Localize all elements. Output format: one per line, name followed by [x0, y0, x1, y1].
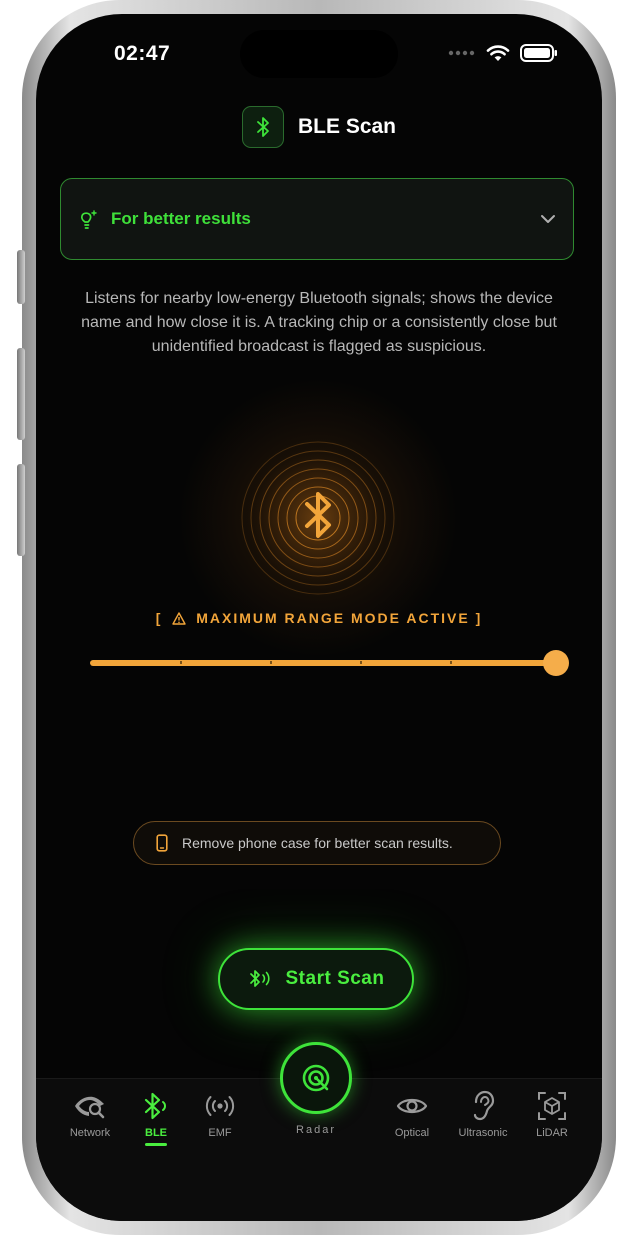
tips-accordion[interactable]: For better results: [60, 178, 574, 260]
eye-search-icon: [75, 1096, 105, 1119]
range-slider[interactable]: [90, 648, 569, 678]
start-scan-button[interactable]: Start Scan: [218, 948, 414, 1010]
warning-icon: [172, 612, 187, 625]
range-mode-text: MAXIMUM RANGE MODE ACTIVE: [196, 610, 470, 626]
action-button: [17, 250, 25, 304]
volume-down-button: [17, 464, 25, 556]
status-time: 02:47: [114, 42, 171, 65]
range-slider-tick: [180, 661, 182, 664]
tab-label: Ultrasonic: [458, 1127, 508, 1139]
tips-label: For better results: [111, 209, 251, 228]
broadcast-icon: [205, 1096, 235, 1116]
lightbulb-icon: [80, 210, 97, 229]
phone-icon: [156, 834, 168, 852]
bluetooth-radar: [240, 440, 396, 596]
range-slider-track[interactable]: [90, 660, 556, 666]
tab-ble[interactable]: BLE: [120, 1089, 192, 1146]
tab-label: BLE: [145, 1127, 167, 1139]
bluetooth-icon: [144, 1092, 166, 1120]
tab-network[interactable]: Network: [54, 1089, 126, 1139]
tab-label: Network: [69, 1127, 111, 1139]
bluetooth-scan-icon: [249, 970, 270, 987]
tab-lidar[interactable]: LiDAR: [516, 1089, 588, 1139]
volume-up-button: [17, 348, 25, 440]
scan-description: Listens for nearby low-energy Bluetooth …: [81, 290, 557, 355]
wifi-icon: [486, 45, 510, 61]
dynamic-island: [240, 30, 398, 78]
tab-emf[interactable]: EMF: [184, 1089, 256, 1139]
range-slider-thumb[interactable]: [543, 650, 569, 676]
range-slider-tick: [360, 661, 362, 664]
tab-label: EMF: [208, 1127, 232, 1139]
tab-radar[interactable]: [280, 1042, 352, 1114]
bluetooth-icon: [241, 106, 284, 148]
range-slider-tick: [450, 661, 452, 664]
signal-icon: [448, 50, 475, 56]
tab-label: Optical: [394, 1127, 430, 1139]
case-hint: Remove phone case for better scan result…: [133, 821, 501, 865]
range-bracket-close: ]: [475, 610, 483, 626]
range-mode-label: [ MAXIMUM RANGE MODE ACTIVE ]: [36, 610, 602, 626]
start-scan-label: Start Scan: [285, 968, 385, 989]
eye-icon: [396, 1098, 428, 1114]
screen-header: BLE Scan: [36, 106, 602, 148]
radar-icon: [302, 1064, 330, 1092]
chevron-down-icon: [541, 215, 555, 223]
active-tab-indicator: [145, 1143, 167, 1146]
range-slider-tick: [270, 661, 272, 664]
tab-ultrasonic[interactable]: Ultrasonic: [447, 1089, 519, 1139]
tab-label: LiDAR: [536, 1127, 568, 1139]
battery-icon: [520, 44, 557, 62]
range-bracket-open: [: [155, 610, 163, 626]
case-hint-text: Remove phone case for better scan result…: [182, 835, 453, 851]
tab-optical[interactable]: Optical: [376, 1089, 448, 1139]
page-title: BLE Scan: [297, 115, 397, 138]
tab-label: Radar: [296, 1124, 336, 1136]
ear-icon: [473, 1090, 495, 1121]
status-indicators: [448, 44, 558, 62]
screen: 02:47 BLE Scan For better results Listen…: [36, 14, 602, 1221]
cube-scan-icon: [538, 1092, 566, 1120]
